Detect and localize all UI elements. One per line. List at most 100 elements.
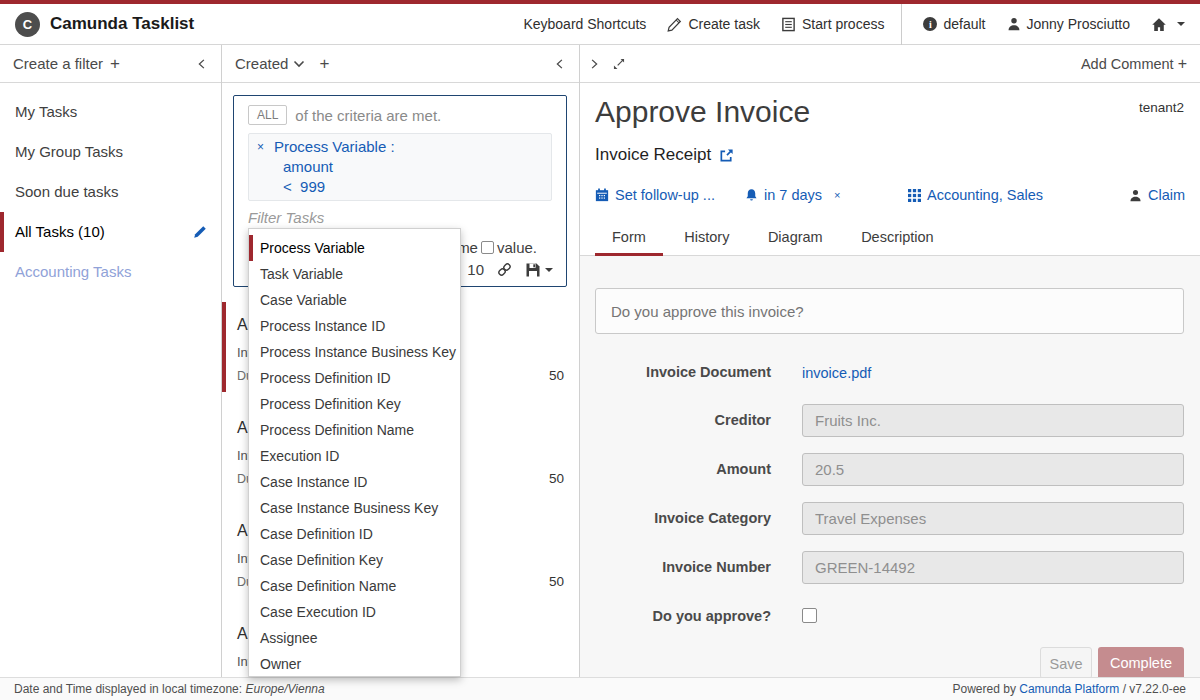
start-process-button[interactable]: Start process <box>781 16 884 32</box>
info-icon: i <box>923 17 937 31</box>
dropdown-item[interactable]: Case Instance ID <box>249 469 460 495</box>
keyboard-shortcuts-link[interactable]: Keyboard Shortcuts <box>523 16 646 32</box>
due-date-action[interactable]: in 7 days × <box>745 187 840 203</box>
brand[interactable]: C Camunda Tasklist <box>15 12 194 37</box>
approve-question-input[interactable] <box>595 288 1184 334</box>
invoice-category-input[interactable] <box>802 502 1184 535</box>
task-actions-row: Set follow-up ... in 7 days × Accounting… <box>580 187 1200 207</box>
task-list-header: Created + <box>222 45 579 83</box>
tab-form[interactable]: Form <box>595 222 663 256</box>
create-task-label: Create task <box>688 16 760 32</box>
menu-divider <box>901 4 902 45</box>
criterion-type[interactable]: Process Variable <box>274 138 386 155</box>
remove-criterion-icon[interactable]: × <box>257 140 264 154</box>
set-followup-action[interactable]: Set follow-up ... <box>595 187 715 203</box>
expand-right-icon[interactable] <box>588 57 600 71</box>
add-sort-button[interactable]: + <box>319 54 329 74</box>
user-icon <box>1007 17 1021 31</box>
dropdown-item[interactable]: Owner <box>249 651 460 677</box>
dropdown-item[interactable]: Task Variable <box>249 261 460 287</box>
approve-checkbox[interactable] <box>802 608 817 623</box>
powered-by: Powered by Camunda Platform / v7.22.0-ee <box>953 682 1186 696</box>
tab-history[interactable]: History <box>667 222 746 256</box>
create-task-button[interactable]: Create task <box>667 16 760 32</box>
task-form: Invoice Document invoice.pdf Creditor Am… <box>580 256 1200 677</box>
dropdown-item[interactable]: Case Instance Business Key <box>249 495 460 521</box>
complete-button[interactable]: Complete <box>1098 647 1184 677</box>
groups-grid-icon <box>908 189 921 202</box>
dropdown-item[interactable]: Case Definition Key <box>249 547 460 573</box>
tab-description[interactable]: Description <box>844 222 951 256</box>
filter-list: My Tasks My Group Tasks Soon due tasks A… <box>0 83 221 292</box>
filter-my-group-tasks[interactable]: My Group Tasks <box>0 132 221 172</box>
add-filter-button[interactable]: + <box>110 54 120 74</box>
remove-due-icon[interactable]: × <box>834 189 840 201</box>
due-date-label: in 7 days <box>764 187 822 203</box>
task-detail-panel: Add Comment + Approve Invoice tenant2 In… <box>580 45 1200 677</box>
dropdown-item[interactable]: Case Variable <box>249 287 460 313</box>
create-task-pencil-icon <box>667 17 682 32</box>
form-label: Amount <box>580 461 771 477</box>
form-label: Invoice Number <box>580 559 771 575</box>
home-icon <box>1151 17 1167 32</box>
task-list-panel: Created + Approve Invoice Invoice Receip… <box>222 45 580 677</box>
external-link-icon <box>719 148 734 163</box>
groups-label: Accounting, Sales <box>927 187 1043 203</box>
amount-input[interactable] <box>802 453 1184 486</box>
sort-caret-down-icon[interactable] <box>293 60 305 68</box>
criterion-name[interactable]: amount <box>257 157 543 177</box>
invoice-pdf-link[interactable]: invoice.pdf <box>802 365 871 381</box>
creditor-input[interactable] <box>802 404 1184 437</box>
collapse-middle-icon[interactable] <box>554 57 566 71</box>
dropdown-item[interactable]: Process Definition Name <box>249 417 460 443</box>
filter-tasks-placeholder[interactable]: Filter Tasks <box>248 209 552 226</box>
filter-all-tasks[interactable]: All Tasks (10) <box>0 212 221 252</box>
tenant-badge: tenant2 <box>1139 100 1184 115</box>
dropdown-item[interactable]: Process Instance ID <box>249 313 460 339</box>
invoice-number-input[interactable] <box>802 551 1184 584</box>
home-menu[interactable] <box>1151 17 1185 32</box>
dropdown-item[interactable]: Execution ID <box>249 443 460 469</box>
dropdown-item[interactable]: Case Definition ID <box>249 521 460 547</box>
fullscreen-icon[interactable] <box>612 57 626 71</box>
task-priority: 50 <box>549 368 564 384</box>
create-filter-label: Create a filter <box>13 55 103 72</box>
process-link[interactable]: Invoice Receipt <box>595 145 734 165</box>
tab-diagram[interactable]: Diagram <box>751 222 840 256</box>
dropdown-item[interactable]: Process Definition Key <box>249 391 460 417</box>
criterion-operator-value[interactable]: < 999 <box>257 177 543 197</box>
claim-button[interactable]: Claim <box>1129 187 1185 203</box>
dropdown-item[interactable]: Process Variable <box>249 235 460 261</box>
user-menu[interactable]: Jonny Prosciutto <box>1007 16 1131 32</box>
dropdown-item[interactable]: Assignee <box>249 625 460 651</box>
camunda-platform-link[interactable]: Camunda Platform <box>1019 682 1119 696</box>
task-priority: 50 <box>549 471 564 487</box>
bell-icon <box>745 188 758 202</box>
dropdown-item[interactable]: Case Definition Name <box>249 573 460 599</box>
add-comment-button[interactable]: Add Comment + <box>1081 55 1187 73</box>
save-button[interactable]: Save <box>1040 647 1092 677</box>
filter-my-tasks[interactable]: My Tasks <box>0 92 221 132</box>
user-name-label: Jonny Prosciutto <box>1027 16 1131 32</box>
camunda-logo-icon: C <box>15 12 40 37</box>
filter-accounting-tasks[interactable]: Accounting Tasks <box>0 252 221 292</box>
edit-filter-pencil-icon[interactable] <box>193 225 207 239</box>
filter-soon-due-tasks[interactable]: Soon due tasks <box>0 172 221 212</box>
copy-link-icon[interactable] <box>497 262 512 277</box>
dropdown-item[interactable]: Case Execution ID <box>249 599 460 625</box>
set-followup-label: Set follow-up ... <box>615 187 715 203</box>
claim-label: Claim <box>1148 187 1185 203</box>
collapse-left-icon[interactable] <box>196 57 208 71</box>
groups-action[interactable]: Accounting, Sales <box>908 187 1043 203</box>
caret-down-icon <box>1177 22 1185 26</box>
sort-by-label[interactable]: Created <box>235 55 288 72</box>
page-size-value[interactable]: 10 <box>467 261 484 278</box>
engine-select[interactable]: i default <box>923 16 985 32</box>
dropdown-item[interactable]: Process Instance Business Key <box>249 339 460 365</box>
form-label: Do you approve? <box>580 608 771 624</box>
hint-checkbox[interactable] <box>481 241 494 254</box>
search-criterion-chip[interactable]: ×Process Variable : amount < 999 <box>248 133 552 201</box>
save-filter-icon[interactable] <box>525 262 553 278</box>
dropdown-item[interactable]: Process Definition ID <box>249 365 460 391</box>
match-all-badge[interactable]: ALL <box>248 105 287 125</box>
